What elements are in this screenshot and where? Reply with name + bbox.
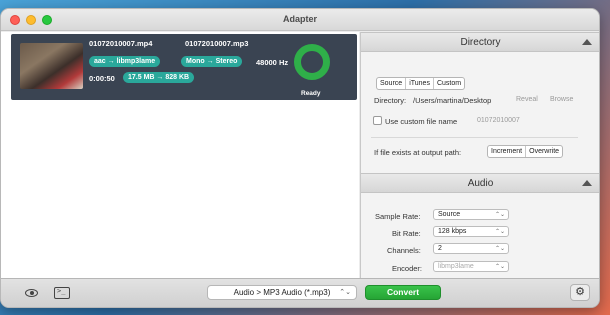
option-increment[interactable]: Increment (488, 146, 527, 157)
chevron-icon: ⌃⌄ (494, 229, 505, 235)
encoder-label: Encoder: (392, 264, 423, 273)
window-title: Adapter (282, 14, 317, 24)
channels-label: Channels: (387, 246, 421, 255)
codec-pill: aac → libmp3lame (89, 56, 161, 67)
custom-file-name-field[interactable]: 01072010007 (473, 115, 524, 127)
video-thumbnail (20, 43, 83, 89)
app-window: Adapter 01072010007.mp4 01072010007.mp3 … (0, 8, 600, 308)
custom-file-name-label: Use custom file name (385, 117, 458, 126)
terminal-log-icon[interactable]: >_ (54, 287, 70, 299)
channels-popup[interactable]: 2 ⌃⌄ (433, 243, 509, 254)
collapse-triangle-icon[interactable] (582, 39, 592, 45)
chevron-icon: ⌃⌄ (494, 246, 505, 252)
chevron-icon: ⌃⌄ (494, 264, 505, 270)
sample-rate-readout: 48000 Hz (256, 58, 289, 67)
codec-to: libmp3lame (116, 58, 156, 65)
directory-header-label: Directory (460, 37, 501, 48)
arrow-icon: → (206, 58, 214, 65)
size-pill: 17.5 MB → 828 KB (123, 72, 195, 83)
source-file-name: 01072010007.mp4 (89, 39, 153, 48)
tab-itunes[interactable]: iTunes (406, 78, 434, 89)
custom-file-name-checkbox[interactable] (373, 116, 382, 125)
sample-rate-value: Source (438, 211, 461, 218)
audio-header-label: Audio (467, 178, 494, 189)
chevron-icon: ⌃⌄ (494, 212, 505, 218)
output-format-select[interactable]: Audio > MP3 Audio (*.mp3) ⌃⌄ (207, 285, 357, 300)
job-status: Ready (301, 90, 321, 97)
bit-rate-label: Bit Rate: (392, 229, 421, 238)
channels-value: 2 (438, 245, 442, 252)
output-format-value: Audio > MP3 Audio (*.mp3) (233, 288, 331, 297)
option-overwrite[interactable]: Overwrite (526, 146, 562, 157)
bit-rate-value: 128 kbps (438, 228, 467, 235)
browse-button[interactable]: Browse (546, 94, 577, 106)
job-row[interactable]: 01072010007.mp4 01072010007.mp3 aac → li… (11, 34, 357, 100)
arrow-icon: → (107, 58, 115, 65)
sample-rate-label: Sample Rate: (375, 212, 421, 221)
file-exists-selector[interactable]: Increment Overwrite (487, 145, 564, 158)
reveal-button[interactable]: Reveal (512, 94, 542, 106)
convert-button[interactable]: Convert (365, 285, 441, 300)
title-bar: Adapter (1, 9, 599, 31)
encoder-popup[interactable]: libmp3lame ⌃⌄ (433, 261, 509, 272)
directory-path: /Users/martina/Desktop (413, 96, 492, 105)
audio-section-header[interactable]: Audio (361, 173, 599, 193)
settings-pane: Directory Source iTunes Custom Directory… (360, 32, 599, 279)
channels-from: Mono (186, 58, 205, 65)
file-exists-label: If file exists at output path: (374, 148, 462, 157)
channels-to: Stereo (215, 58, 238, 65)
bit-rate-popup[interactable]: 128 kbps ⌃⌄ (433, 226, 509, 237)
codec-from: aac (94, 58, 106, 65)
sample-rate-popup[interactable]: Source ⌃⌄ (433, 209, 509, 220)
tab-source[interactable]: Source (377, 78, 407, 89)
arrow-icon: → (156, 74, 164, 81)
chevron-icon: ⌃⌄ (339, 289, 351, 296)
size-from: 17.5 MB (128, 74, 155, 81)
settings-gear-icon[interactable]: ⚙ (570, 284, 590, 301)
size-to: 828 KB (165, 74, 190, 81)
encoder-value: libmp3lame (438, 263, 474, 270)
tab-custom[interactable]: Custom (434, 78, 464, 89)
directory-label: Directory: (374, 96, 407, 105)
collapse-triangle-icon[interactable] (582, 180, 592, 186)
directory-mode-selector[interactable]: Source iTunes Custom (376, 77, 466, 90)
channels-pill: Mono → Stereo (181, 56, 243, 67)
duration: 0:00:50 (89, 74, 115, 83)
output-file-name: 01072010007.mp3 (185, 39, 249, 48)
bottom-toolbar: >_ Audio > MP3 Audio (*.mp3) ⌃⌄ Convert … (1, 278, 599, 307)
divider (371, 137, 578, 138)
job-list: 01072010007.mp4 01072010007.mp3 aac → li… (1, 32, 359, 279)
preview-eye-icon[interactable] (24, 287, 40, 299)
progress-ring-icon (294, 44, 330, 80)
directory-section-header[interactable]: Directory (361, 32, 599, 52)
